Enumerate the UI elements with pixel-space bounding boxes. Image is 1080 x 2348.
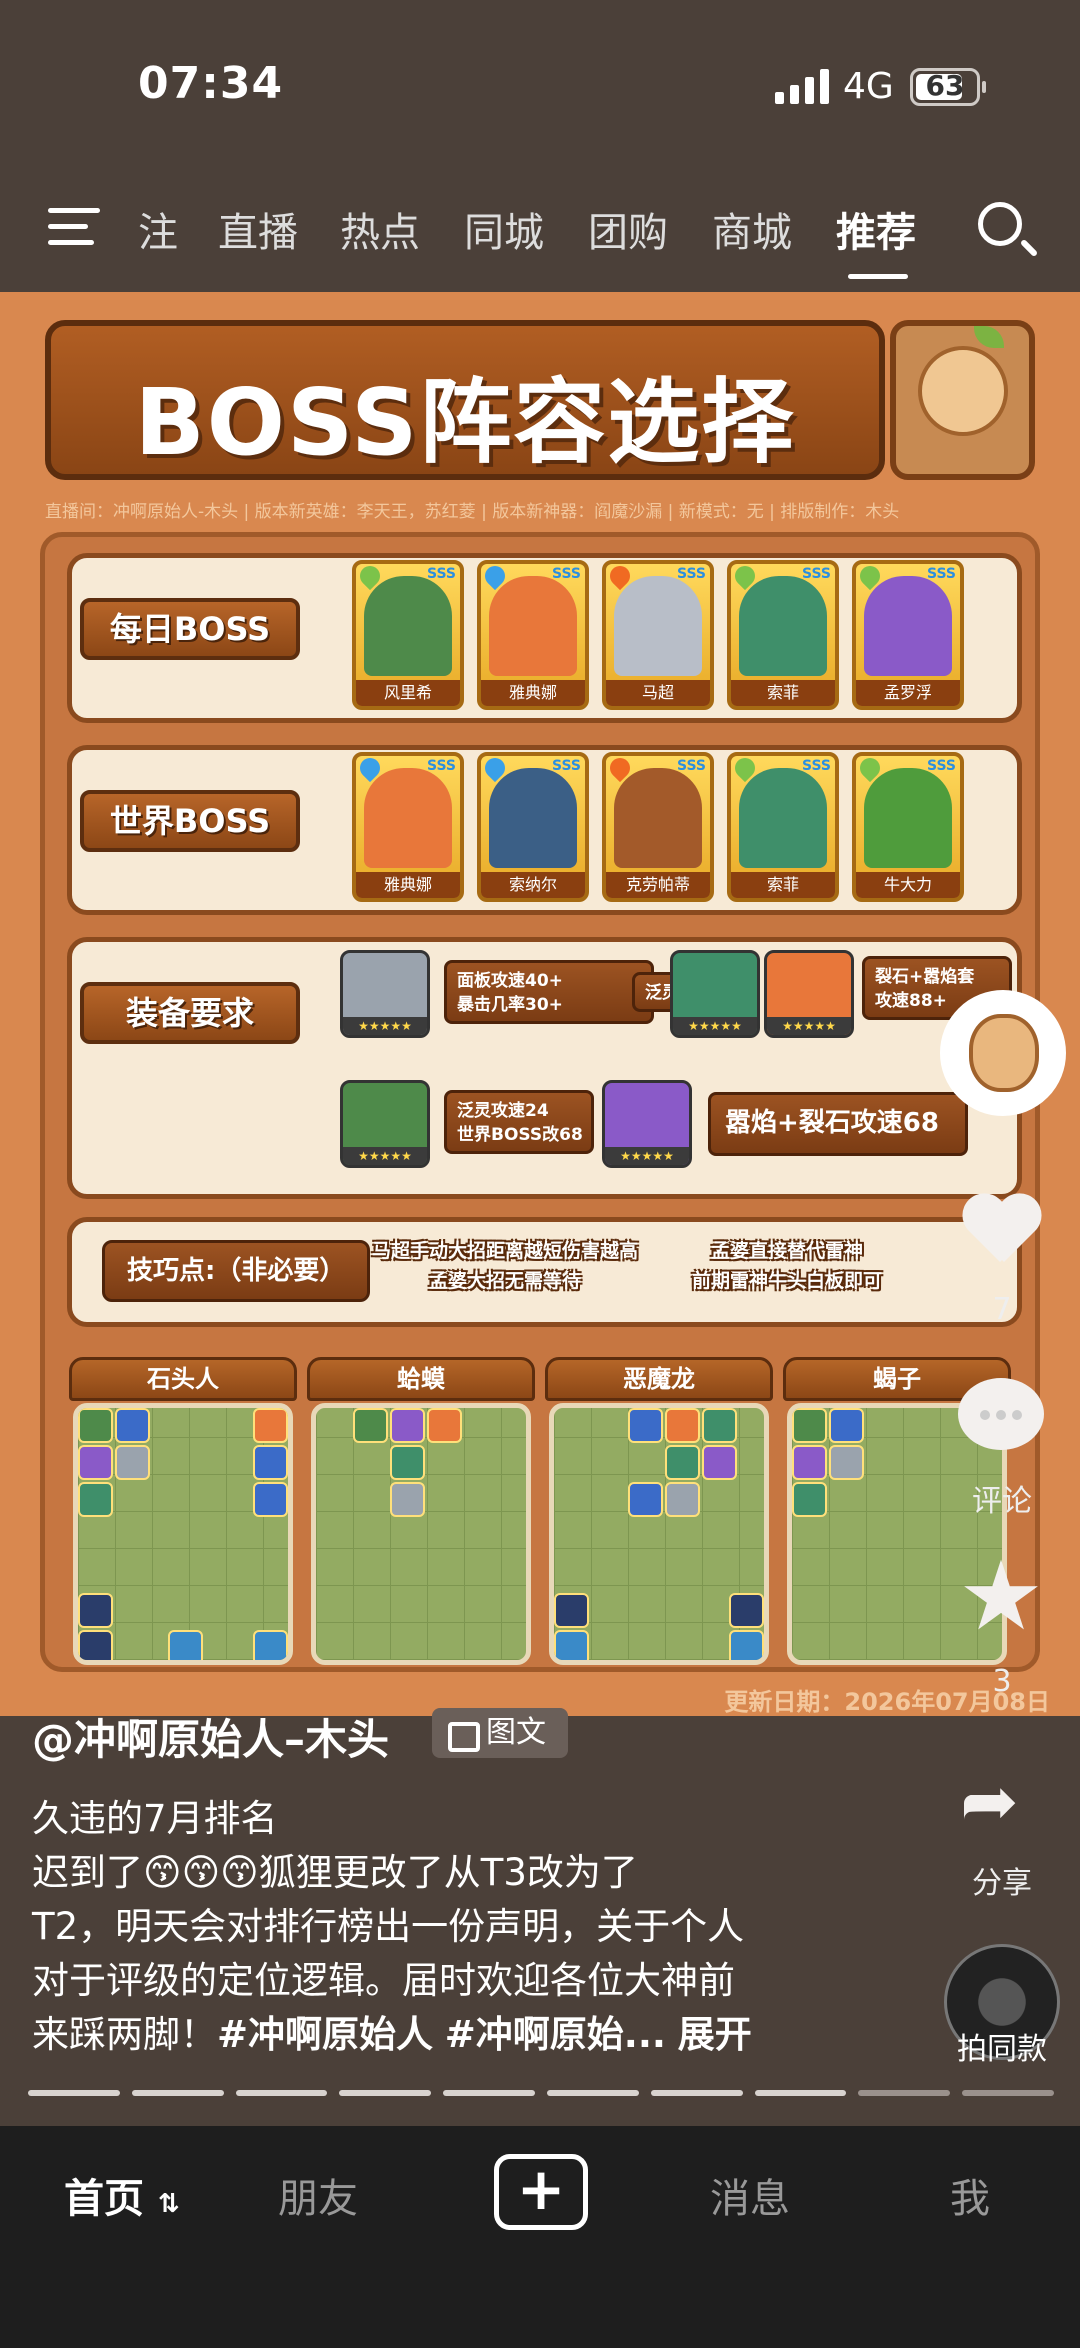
menu-icon[interactable]	[48, 208, 100, 248]
caption-line: T2，明天会对排行榜出一份声明，关于个人	[32, 1905, 745, 1948]
hero-card: SSS 孟罗浮	[852, 560, 964, 710]
hero-name: 雅典娜	[356, 872, 460, 898]
comment-label: 评论	[972, 1484, 1032, 1519]
share-label: 分享	[972, 1866, 1032, 1901]
tab-mall[interactable]: 商城	[712, 200, 792, 258]
gear-sign: 装备要求	[80, 982, 300, 1044]
status-bar: 07:34 4G 63	[0, 0, 1080, 170]
tip-1: 马超手动大招距离越短伤害越高 孟婆大招无需等待	[372, 1240, 639, 1292]
hero-name: 克劳帕蒂	[606, 872, 710, 898]
author-name[interactable]: @冲啊原始人–木头	[32, 1706, 389, 1767]
hero-card: SSS 风里希	[352, 560, 464, 710]
hero-card: SSS 索纳尔	[477, 752, 589, 902]
caption-line: 对于评级的定位逻辑。届时欢迎各位大神前	[32, 1959, 735, 2002]
bottom-nav: 首页 ⇅ 朋友 + 消息 我	[0, 2126, 1080, 2348]
battery-icon: 63	[910, 68, 986, 106]
formation-board-1	[73, 1403, 293, 1665]
hero-name: 孟罗浮	[856, 680, 960, 706]
hero-name: 索菲	[731, 872, 835, 898]
hero-name: 马超	[606, 680, 710, 706]
battery-level: 63	[925, 69, 965, 102]
hero-card: SSS 克劳帕蒂	[602, 752, 714, 902]
hashtag[interactable]: #冲啊原始...	[445, 2013, 666, 2056]
favorite-count: 3	[992, 1664, 1012, 1699]
like-icon[interactable]	[960, 1196, 1040, 1268]
nav-me[interactable]: 我	[950, 2166, 990, 2224]
gear-hero: ★★★★★	[340, 950, 430, 1038]
poster-title-board: BOSS阵容选择	[45, 320, 885, 480]
active-tab-indicator	[848, 274, 908, 279]
hero-card: SSS 雅典娜	[477, 560, 589, 710]
nav-messages[interactable]: 消息	[710, 2166, 790, 2224]
tab-follow[interactable]: 注	[138, 200, 178, 258]
search-icon[interactable]	[978, 202, 1022, 246]
top-nav: 注 直播 热点 同城 团购 商城 推荐	[0, 190, 1080, 290]
like-count: 7	[992, 1292, 1012, 1327]
gear-hero: ★★★★★	[340, 1080, 430, 1168]
hero-card: SSS 雅典娜	[352, 752, 464, 902]
hero-name: 索纳尔	[481, 872, 585, 898]
post-caption[interactable]: 久违的7月排名 迟到了😙😙😙狐狸更改了从T3改为了 T2，明天会对排行榜出一份声…	[32, 1792, 862, 2062]
gear-requirements-row: 装备要求 ★★★★★ 面板攻速40+暴击几率30+ 泛灵套 ★★★★★ ★★★★…	[67, 937, 1022, 1199]
boss-tab-3: 恶魔龙	[545, 1357, 773, 1401]
tips-row: 技巧点:（非必要） 马超手动大招距离越短伤害越高 孟婆大招无需等待 孟婆直接替代雷…	[67, 1217, 1022, 1327]
app-screen: { "status": {"time": "07:34", "network":…	[0, 0, 1080, 2348]
boss-tab-2: 蛤蟆	[307, 1357, 535, 1401]
hero-name: 索菲	[731, 680, 835, 706]
tab-nearby[interactable]: 同城	[464, 200, 544, 258]
comment-icon[interactable]	[958, 1378, 1044, 1450]
poster-title: BOSS阵容选择	[134, 369, 796, 476]
caption-line: 久违的7月排名	[32, 1797, 278, 1840]
mascot-logo	[890, 320, 1035, 480]
world-boss-row: 世界BOSS SSS 雅典娜 SSS 索纳尔 SSS 克劳帕蒂 SSS 索菲 SSS 牛大…	[67, 745, 1022, 915]
expand-link[interactable]: 展开	[678, 2013, 752, 2056]
tab-live[interactable]: 直播	[218, 200, 298, 258]
swap-icon: ⇅	[157, 2189, 180, 2219]
author-avatar[interactable]	[940, 990, 1066, 1116]
caption-line: 来踩两脚！	[32, 2013, 217, 2056]
signal-icon	[775, 68, 829, 104]
hero-name: 雅典娜	[481, 680, 585, 706]
favorite-icon[interactable]: ★	[958, 1548, 1044, 1644]
hashtag[interactable]: #冲啊原始人	[217, 2013, 433, 2056]
post-type-badge: 图文	[432, 1708, 568, 1758]
hero-card: SSS 索菲	[727, 752, 839, 902]
gear-note-4: 嚣焰+裂石攻速68	[708, 1092, 968, 1156]
hero-card: SSS 索菲	[727, 560, 839, 710]
clock: 07:34	[138, 58, 284, 109]
daily-boss-sign: 每日BOSS	[80, 598, 300, 660]
poster-credits: 直播间：冲啊原始人-木头 | 版本新英雄：李天王，苏红菱 | 版本新神器：阎魔沙…	[45, 502, 900, 522]
same-style-label[interactable]: 拍同款	[942, 2024, 1062, 2068]
caption-line: 迟到了😙😙😙狐狸更改了从T3改为了	[32, 1851, 638, 1894]
tab-hot[interactable]: 热点	[340, 200, 420, 258]
gear-note-1: 面板攻速40+ 暴击几率30+	[444, 960, 654, 1024]
gear-hero: ★★★★★	[670, 950, 760, 1038]
nav-home[interactable]: 首页 ⇅	[64, 2166, 180, 2224]
tab-groupbuy[interactable]: 团购	[588, 200, 668, 258]
hero-card: SSS 马超	[602, 560, 714, 710]
create-plus-button[interactable]: +	[494, 2154, 588, 2230]
tips-label: 技巧点:（非必要）	[102, 1240, 371, 1302]
formation-board-2	[311, 1403, 531, 1665]
hero-name: 风里希	[356, 680, 460, 706]
hero-card: SSS 牛大力	[852, 752, 964, 902]
daily-boss-row: 每日BOSS SSS 风里希 SSS 雅典娜 SSS 马超 SSS 索菲 SSS 孟罗浮	[67, 553, 1022, 723]
gear-hero: ★★★★★	[764, 950, 854, 1038]
tab-recommend[interactable]: 推荐	[836, 200, 916, 258]
lineup-panel: 每日BOSS SSS 风里希 SSS 雅典娜 SSS 马超 SSS 索菲 SSS 孟罗浮 …	[40, 532, 1040, 1672]
gear-note-3: 泛灵攻速24 世界BOSS改68	[444, 1090, 594, 1154]
gear-hero: ★★★★★	[602, 1080, 692, 1168]
post-image[interactable]: BOSS阵容选择 直播间：冲啊原始人-木头 | 版本新英雄：李天王，苏红菱 | …	[0, 292, 1080, 1716]
network-type: 4G	[843, 66, 894, 107]
image-progress-bar	[28, 2090, 1054, 2096]
formation-board-3	[549, 1403, 769, 1665]
world-boss-sign: 世界BOSS	[80, 790, 300, 852]
nav-friends[interactable]: 朋友	[278, 2166, 358, 2224]
tip-2: 孟婆直接替代雷神 前期雷神牛头白板即可	[692, 1240, 883, 1292]
boss-tab-1: 石头人	[69, 1357, 297, 1401]
share-icon[interactable]: ➦	[960, 1760, 1019, 1842]
hero-name: 牛大力	[856, 872, 960, 898]
